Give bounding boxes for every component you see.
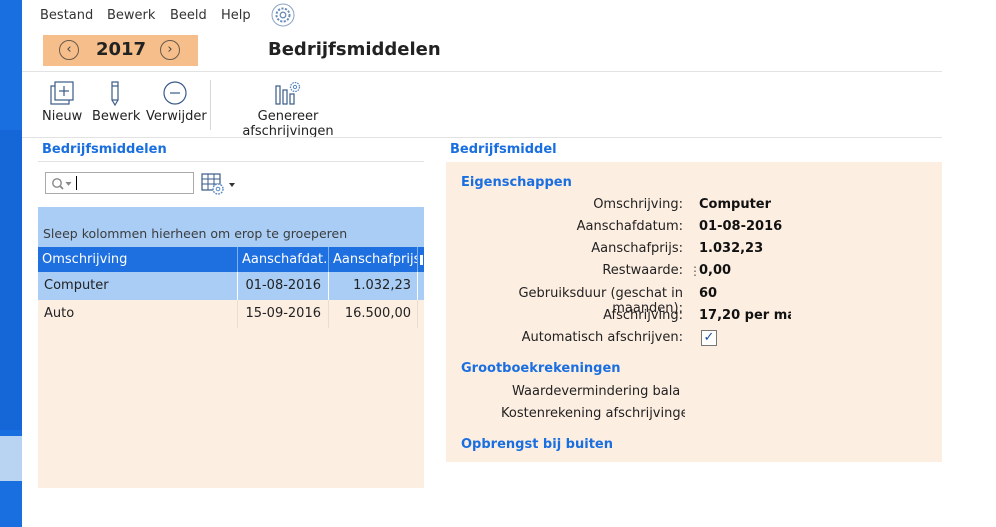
label-afschrijving: Afschrijving: [603, 308, 683, 323]
page-title: Bedrijfsmiddelen [268, 39, 441, 60]
new-button[interactable]: Nieuw [42, 80, 82, 124]
previous-year-button[interactable]: ‹ [59, 40, 79, 60]
year-selector: ‹ 2017 › [43, 35, 198, 66]
label-aanschafdatum: Aanschafdatum: [576, 219, 683, 234]
table-row[interactable]: Computer 01-08-2016 1.032,23 [38, 272, 424, 300]
cell-aanschafprijs: 16.500,00 [344, 306, 411, 321]
generate-depreciation-button[interactable]: Genereer afschrijvingen [217, 80, 359, 139]
menu-bestand[interactable]: Bestand [40, 8, 93, 23]
header-divider [22, 71, 942, 72]
text-cursor [76, 176, 77, 190]
section-eigenschappen: Eigenschappen [461, 175, 572, 190]
label-omschrijving: Omschrijving: [593, 197, 683, 212]
detail-panel-title: Bedrijfsmiddel [450, 142, 557, 157]
edit-button[interactable]: Bewerk [92, 80, 141, 124]
cell-omschrijving: Auto [44, 306, 75, 321]
dropdown-arrow-icon [229, 183, 235, 187]
chevron-left-icon: ‹ [66, 42, 72, 57]
cell-divider [328, 272, 329, 300]
label-restwaarde: Restwaarde: [602, 263, 683, 278]
column-divider[interactable] [328, 247, 329, 272]
label-automatisch-afschrijven: Automatisch afschrijven: [521, 330, 683, 345]
grid-settings-icon [201, 173, 224, 195]
menu-bewerk[interactable]: Bewerk [107, 8, 155, 23]
cell-divider [237, 300, 238, 328]
table-row[interactable]: Auto 15-09-2016 16.500,00 [38, 300, 424, 328]
value-restwaarde[interactable]: 0,00 [699, 263, 731, 278]
grid-empty-area [38, 328, 424, 488]
edit-button-label: Bewerk [92, 109, 141, 124]
column-chooser-button[interactable] [201, 172, 237, 196]
cell-aanschafdatum: 01-08-2016 [245, 278, 321, 293]
section-opbrengst-bij-buitengebruikstelling: Opbrengst bij buiten [461, 437, 613, 452]
list-panel-title: Bedrijfsmiddelen [42, 142, 167, 157]
group-by-drop-area[interactable]: Sleep kolommen hierheen om erop te groep… [38, 207, 424, 247]
next-year-button[interactable]: › [160, 40, 180, 60]
column-divider[interactable] [237, 247, 238, 272]
column-header-partial [420, 255, 423, 265]
generate-depreciation-label: Genereer afschrijvingen [242, 109, 334, 139]
column-header-aanschafdatum[interactable]: Aanschafdat… [242, 252, 326, 267]
cell-divider [237, 272, 238, 300]
menu-beeld[interactable]: Beeld [170, 8, 207, 23]
checkmark-icon: ✓ [703, 330, 715, 345]
left-strip-lower [0, 130, 22, 430]
left-navigation-strip [0, 0, 22, 527]
value-gebruiksduur[interactable]: 60 [699, 286, 717, 301]
toolbar-divider [22, 137, 942, 138]
label-aanschafprijs: Aanschafprijs: [591, 241, 683, 256]
column-header-omschrijving[interactable]: Omschrijving [42, 252, 232, 267]
value-afschrijving: 17,20 per ma [699, 308, 791, 323]
search-icon [52, 178, 72, 190]
search-input[interactable] [45, 172, 194, 194]
group-by-hint: Sleep kolommen hierheen om erop te groep… [43, 226, 348, 241]
cell-aanschafdatum: 15-09-2016 [245, 306, 321, 321]
cell-divider [417, 272, 418, 300]
minus-circle-icon [163, 81, 187, 105]
column-divider[interactable] [417, 247, 418, 272]
delete-button[interactable]: Verwijder [146, 80, 207, 124]
settings-gear-icon[interactable] [271, 3, 295, 27]
cell-aanschafprijs: 1.032,23 [353, 278, 411, 293]
left-strip-bottom [0, 436, 22, 481]
cell-divider [328, 300, 329, 328]
generate-depreciation-icon [275, 81, 301, 105]
column-header-aanschafprijs[interactable]: Aanschafprijs [333, 252, 417, 267]
menu-help[interactable]: Help [221, 8, 251, 23]
chevron-right-icon: › [167, 42, 173, 57]
label-kostenrekening-afschrijvingen: Kostenrekening afschrijvingen: [501, 406, 685, 421]
automatic-depreciation-checkbox[interactable]: ✓ [701, 330, 717, 346]
new-button-label: Nieuw [42, 109, 83, 124]
delete-button-label: Verwijder [146, 109, 207, 124]
cell-omschrijving: Computer [44, 278, 109, 293]
value-aanschafprijs[interactable]: 1.032,23 [699, 241, 763, 256]
toolbar-separator [210, 80, 211, 130]
year-label: 2017 [95, 39, 147, 60]
label-waardevermindering-balans: Waardevermindering balans [512, 384, 680, 399]
add-new-icon [50, 81, 74, 105]
section-grootboekrekeningen: Grootboekrekeningen [461, 361, 621, 376]
value-aanschafdatum[interactable]: 01-08-2016 [699, 219, 782, 234]
grid-header: Omschrijving Aanschafdat… Aanschafprijs [38, 247, 424, 272]
value-omschrijving[interactable]: Computer [699, 197, 771, 212]
cell-divider [417, 300, 418, 328]
pencil-icon [111, 81, 119, 106]
list-title-divider [38, 161, 424, 162]
